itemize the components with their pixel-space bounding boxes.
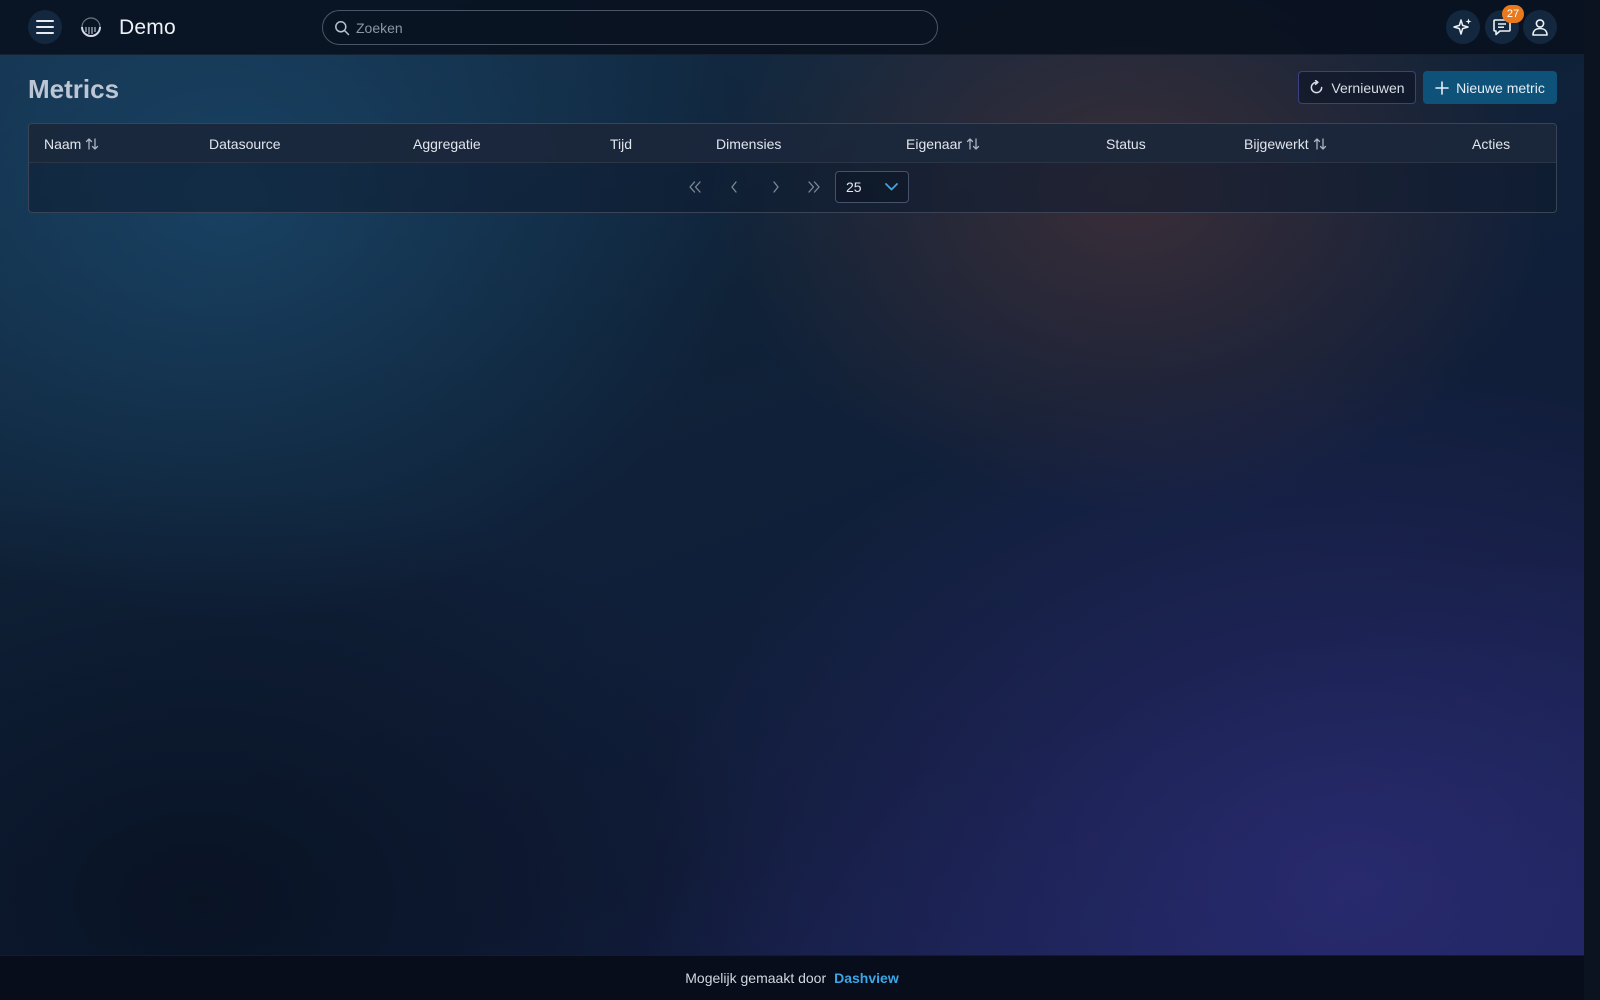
ai-assistant-button[interactable] <box>1446 10 1480 44</box>
sort-arrows-icon[interactable] <box>966 137 980 151</box>
footer-link[interactable]: Dashview <box>834 970 899 986</box>
search-icon <box>334 20 350 36</box>
page-title: Metrics <box>28 74 120 104</box>
last-page-button[interactable] <box>803 176 825 198</box>
page: Demo 27 <box>0 0 1600 1000</box>
search-input[interactable] <box>350 11 937 44</box>
new-metric-button-label: Nieuwe metric <box>1456 79 1545 96</box>
page-scrollbar[interactable] <box>1584 0 1600 1000</box>
notification-badge: 27 <box>1502 5 1524 23</box>
chevrons-left-icon <box>689 181 701 193</box>
table-header: Naam Datasource Aggregatie Tijd Dimensie… <box>29 124 1556 163</box>
column-header-acties: Acties <box>1472 135 1511 152</box>
chevron-left-icon <box>731 181 737 193</box>
next-page-button[interactable] <box>765 176 787 198</box>
column-header-bijgewerkt[interactable]: Bijgewerkt <box>1244 124 1327 163</box>
column-header-status: Status <box>1106 135 1146 152</box>
footer-text: Mogelijk gemaakt door <box>685 970 827 986</box>
column-header-naam[interactable]: Naam <box>44 124 99 163</box>
chevron-right-icon <box>773 181 779 193</box>
metrics-table: Naam Datasource Aggregatie Tijd Dimensie… <box>28 123 1557 213</box>
plus-icon <box>1435 80 1449 95</box>
app-logo-icon[interactable] <box>79 15 103 39</box>
footer: Mogelijk gemaakt door Dashview <box>0 955 1584 1000</box>
page-size-select[interactable]: 25 <box>835 171 909 203</box>
chevrons-right-icon <box>808 181 820 193</box>
user-profile-button[interactable] <box>1523 10 1557 44</box>
column-header-aggregatie: Aggregatie <box>413 135 481 152</box>
refresh-icon <box>1311 80 1323 94</box>
column-header-dimensies: Dimensies <box>716 135 782 152</box>
column-header-tijd: Tijd <box>610 135 633 152</box>
pagination: 25 <box>29 164 1556 212</box>
sort-arrows-icon[interactable] <box>1313 137 1327 151</box>
page-size-value: 25 <box>846 179 862 195</box>
column-header-datasource: Datasource <box>209 135 281 152</box>
user-icon <box>1532 19 1548 36</box>
app-name: Demo <box>119 16 176 39</box>
search-box[interactable] <box>322 10 938 45</box>
menu-button[interactable] <box>28 10 62 44</box>
hamburger-menu-icon <box>36 20 54 34</box>
previous-page-button[interactable] <box>723 176 745 198</box>
top-bar: Demo 27 <box>0 0 1584 55</box>
refresh-button-label: Vernieuwen <box>1331 79 1405 96</box>
sort-arrows-icon[interactable] <box>85 137 99 151</box>
sparkles-icon <box>1453 18 1472 35</box>
chevron-down-icon <box>885 183 898 191</box>
column-header-eigenaar[interactable]: Eigenaar <box>906 124 980 163</box>
refresh-button[interactable]: Vernieuwen <box>1298 71 1416 104</box>
new-metric-button[interactable]: Nieuwe metric <box>1423 71 1557 104</box>
first-page-button[interactable] <box>684 176 706 198</box>
